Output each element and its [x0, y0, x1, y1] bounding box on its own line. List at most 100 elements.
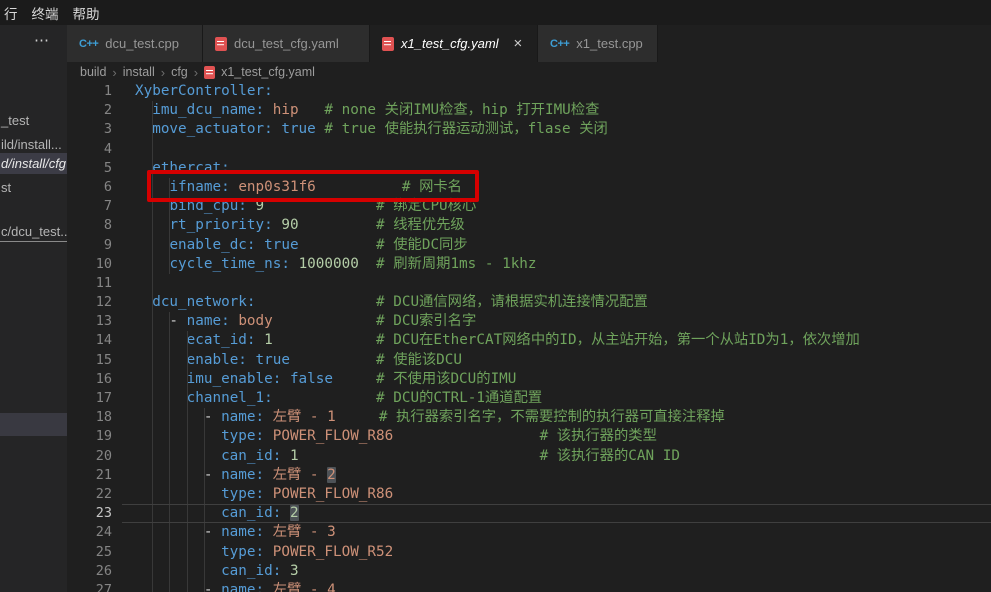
- indent-guide: [187, 485, 188, 504]
- code-content: bind_cpu: 9 # 绑定CPU核心: [135, 197, 991, 216]
- line-number: 21: [67, 466, 112, 485]
- indent-guide: [204, 504, 205, 523]
- indent-guide: [204, 408, 205, 427]
- code-line-16[interactable]: 16 imu_enable: false # 不使用该DCU的IMU: [67, 370, 991, 389]
- tab-dcu_test_cfg.yaml[interactable]: dcu_test_cfg.yaml: [203, 25, 370, 62]
- vscode-window: 行终端帮助 ⋯ _test ild/install...d/install/cfg…: [0, 0, 991, 592]
- line-number: 2: [67, 101, 112, 120]
- yaml-file-icon: [204, 66, 215, 79]
- indent-guide: [169, 370, 170, 389]
- indent-guide: [204, 581, 205, 592]
- indent-guide: [187, 389, 188, 408]
- breadcrumb-item-cfg[interactable]: cfg: [171, 65, 188, 79]
- sidebar-item-0[interactable]: _test: [0, 110, 67, 131]
- code-line-26[interactable]: 26 can_id: 3: [67, 562, 991, 581]
- code-line-12[interactable]: 12 dcu_network: # DCU通信网络，请根据实机连接情况配置: [67, 293, 991, 312]
- code-line-11[interactable]: 11: [67, 274, 991, 293]
- code-line-4[interactable]: 4: [67, 140, 991, 159]
- code-line-5[interactable]: 5 ethercat:: [67, 159, 991, 178]
- indent-guide: [152, 159, 153, 178]
- indent-guide: [204, 485, 205, 504]
- menu-item-2[interactable]: 帮助: [73, 3, 100, 23]
- tab-dcu_test.cpp[interactable]: C++dcu_test.cpp: [67, 25, 203, 62]
- sidebar-item-2[interactable]: d/install/cfg: [0, 153, 67, 174]
- code-line-10[interactable]: 10 cycle_time_ns: 1000000 # 刷新周期1ms - 1k…: [67, 255, 991, 274]
- indent-guide: [187, 581, 188, 592]
- close-icon[interactable]: ×: [514, 36, 523, 51]
- indent-guide: [169, 312, 170, 331]
- sidebar-item-3[interactable]: st: [0, 177, 67, 198]
- line-number: 26: [67, 562, 112, 581]
- indent-guide: [152, 101, 153, 120]
- code-line-13[interactable]: 13 - name: body # DCU索引名字: [67, 312, 991, 331]
- indent-guide: [169, 331, 170, 350]
- breadcrumb-separator: ›: [112, 65, 116, 80]
- code-line-22[interactable]: 22 type: POWER_FLOW_R86: [67, 485, 991, 504]
- code-content: imu_enable: false # 不使用该DCU的IMU: [135, 370, 991, 389]
- code-line-14[interactable]: 14 ecat_id: 1 # DCU在EtherCAT网络中的ID，从主站开始…: [67, 331, 991, 350]
- indent-guide: [152, 370, 153, 389]
- code-line-2[interactable]: 2 imu_dcu_name: hip # none 关闭IMU检查，hip 打…: [67, 101, 991, 120]
- menu-item-0[interactable]: 行: [4, 3, 18, 23]
- tab-label: dcu_test.cpp: [105, 36, 179, 51]
- code-line-15[interactable]: 15 enable: true # 使能该DCU: [67, 351, 991, 370]
- code-content: dcu_network: # DCU通信网络，请根据实机连接情况配置: [135, 293, 991, 312]
- code-content: type: POWER_FLOW_R86: [135, 485, 991, 504]
- code-line-1[interactable]: 1XyberController:: [67, 82, 991, 101]
- indent-guide: [152, 197, 153, 216]
- code-editor[interactable]: 1XyberController:2 imu_dcu_name: hip # n…: [67, 82, 991, 592]
- code-content: - name: 左臂 - 4: [135, 581, 991, 592]
- sidebar-item-5[interactable]: [0, 413, 67, 436]
- code-line-6[interactable]: 6 ifname: enp0s31f6 # 网卡名: [67, 178, 991, 197]
- code-line-21[interactable]: 21 - name: 左臂 - 2: [67, 466, 991, 485]
- indent-guide: [204, 543, 205, 562]
- tab-x1_test_cfg.yaml[interactable]: x1_test_cfg.yaml×: [370, 25, 538, 62]
- code-line-3[interactable]: 3 move_actuator: true # true 使能执行器运动测试，f…: [67, 120, 991, 139]
- tab-x1_test.cpp[interactable]: C++x1_test.cpp: [538, 25, 658, 62]
- code-content: imu_dcu_name: hip # none 关闭IMU检查，hip 打开I…: [135, 101, 991, 120]
- code-line-18[interactable]: 18 - name: 左臂 - 1 # 执行器索引名字，不需要控制的执行器可直接…: [67, 408, 991, 427]
- indent-guide: [187, 427, 188, 446]
- tab-label: dcu_test_cfg.yaml: [234, 36, 339, 51]
- breadcrumb-item-build[interactable]: build: [80, 65, 106, 79]
- indent-guide: [204, 427, 205, 446]
- code-line-17[interactable]: 17 channel_1: # DCU的CTRL-1通道配置: [67, 389, 991, 408]
- sidebar-item-1[interactable]: ild/install...: [0, 134, 67, 155]
- indent-guide: [152, 427, 153, 446]
- code-line-7[interactable]: 7 bind_cpu: 9 # 绑定CPU核心: [67, 197, 991, 216]
- code-line-24[interactable]: 24 - name: 左臂 - 3: [67, 523, 991, 542]
- line-number: 20: [67, 447, 112, 466]
- editor-group: C++dcu_test.cpp dcu_test_cfg.yaml x1_test_…: [67, 25, 991, 592]
- indent-guide: [169, 543, 170, 562]
- menu-item-1[interactable]: 终端: [32, 3, 59, 23]
- sidebar-item-4[interactable]: c/dcu_test...: [0, 221, 67, 242]
- more-actions-icon[interactable]: ⋯: [34, 31, 50, 49]
- code-content: - name: body # DCU索引名字: [135, 312, 991, 331]
- left-sidebar: ⋯ _test ild/install...d/install/cfg st c/dc…: [0, 25, 67, 592]
- code-line-20[interactable]: 20 can_id: 1 # 该执行器的CAN ID: [67, 447, 991, 466]
- code-line-23[interactable]: 23 can_id: 2: [67, 504, 991, 523]
- indent-guide: [187, 543, 188, 562]
- line-number: 3: [67, 120, 112, 139]
- indent-guide: [187, 408, 188, 427]
- code-line-25[interactable]: 25 type: POWER_FLOW_R52: [67, 543, 991, 562]
- indent-guide: [169, 504, 170, 523]
- menu-bar: 行终端帮助: [0, 0, 991, 25]
- indent-guide: [187, 562, 188, 581]
- code-content: move_actuator: true # true 使能执行器运动测试，fla…: [135, 120, 991, 139]
- line-number: 23: [67, 504, 112, 523]
- yaml-file-icon: [382, 37, 394, 51]
- indent-guide: [152, 562, 153, 581]
- code-content: can_id: 3: [135, 562, 991, 581]
- code-line-9[interactable]: 9 enable_dc: true # 使能DC同步: [67, 236, 991, 255]
- line-number: 16: [67, 370, 112, 389]
- code-content: enable: true # 使能该DCU: [135, 351, 991, 370]
- breadcrumb-item-install[interactable]: install: [123, 65, 155, 79]
- code-line-19[interactable]: 19 type: POWER_FLOW_R86 # 该执行器的类型: [67, 427, 991, 446]
- code-content: type: POWER_FLOW_R52: [135, 543, 991, 562]
- code-line-8[interactable]: 8 rt_priority: 90 # 线程优先级: [67, 216, 991, 235]
- tab-bar: C++dcu_test.cpp dcu_test_cfg.yaml x1_test_…: [67, 25, 991, 62]
- indent-guide: [169, 562, 170, 581]
- code-line-27[interactable]: 27 - name: 左臂 - 4: [67, 581, 991, 592]
- breadcrumb-item-x1_test_cfg.yaml[interactable]: x1_test_cfg.yaml: [221, 65, 315, 79]
